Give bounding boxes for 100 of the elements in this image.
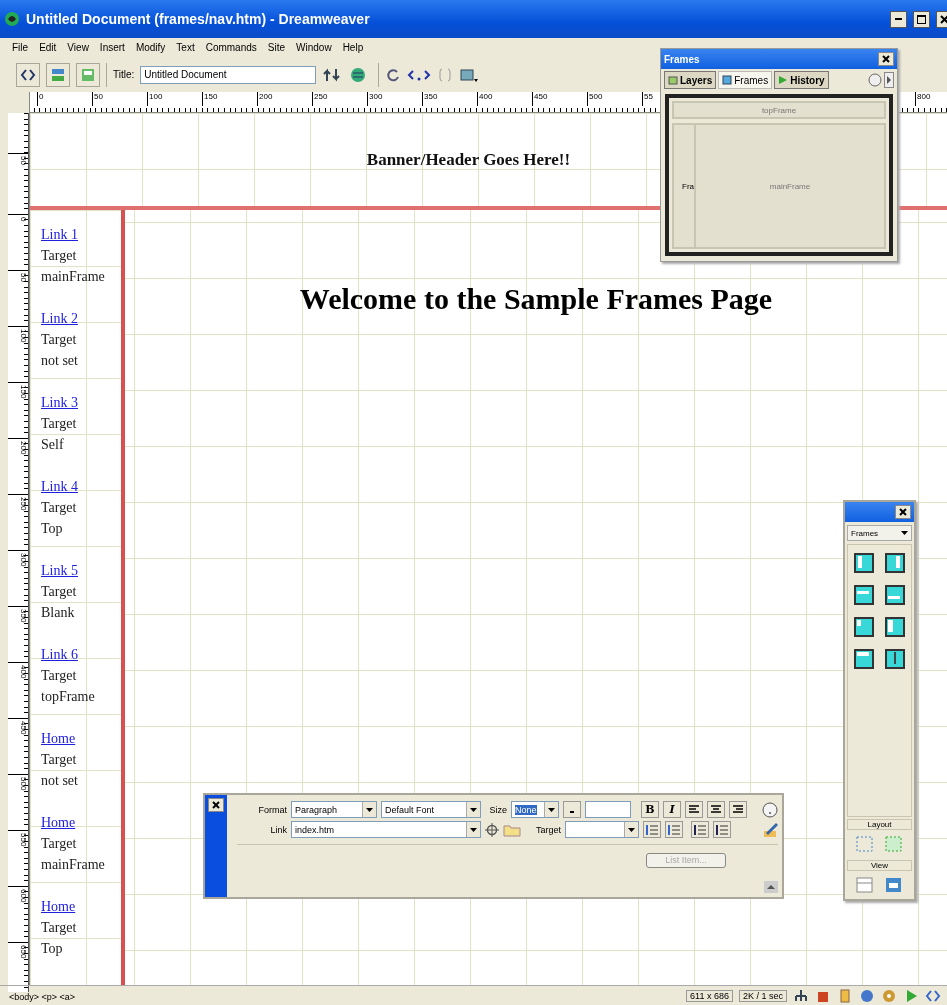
frame-layout-icon[interactable]	[853, 649, 874, 669]
ruler-label: 800	[915, 92, 947, 106]
panel-tab[interactable]: Layers	[664, 71, 717, 89]
close-icon	[882, 55, 890, 63]
frame-layout-icon[interactable]	[885, 553, 906, 573]
menu-item[interactable]: Edit	[39, 42, 57, 53]
ruler-label: 400	[477, 92, 532, 106]
window-size[interactable]: 611 x 686	[686, 989, 733, 1002]
target-label: Target	[41, 415, 77, 433]
download-time: 2K / 1 sec	[738, 989, 787, 1002]
align-button[interactable]	[729, 801, 747, 819]
nav-link[interactable]: Home	[41, 812, 76, 833]
link-input[interactable]: index.htm	[291, 821, 481, 839]
align-button[interactable]	[707, 801, 725, 819]
dropdown-arrow-icon	[470, 807, 477, 812]
close-button[interactable]	[208, 798, 224, 812]
menu-item[interactable]: Commands	[205, 42, 257, 53]
size-select[interactable]: None	[511, 801, 559, 819]
frame-layout-icon[interactable]	[885, 649, 906, 669]
menu-item[interactable]: Modify	[135, 42, 166, 53]
maximize-button[interactable]	[913, 10, 930, 28]
bold-button[interactable]: B	[641, 801, 659, 819]
format-label: Format	[257, 804, 287, 815]
frame-layout-icon[interactable]	[885, 617, 906, 637]
code-view-button[interactable]	[16, 62, 40, 87]
list-format-button[interactable]	[713, 821, 731, 839]
color-picker-button[interactable]	[563, 801, 581, 819]
dropdown-arrow-icon	[628, 827, 635, 832]
outdent-icon	[694, 824, 706, 835]
play-icon	[778, 75, 789, 85]
menu-item[interactable]: View	[67, 42, 89, 53]
dropdown-arrow-icon	[548, 807, 555, 812]
ruler-label: 200	[257, 92, 312, 106]
nav-link[interactable]: Home	[41, 728, 76, 749]
italic-button[interactable]: I	[663, 801, 681, 819]
frame-layout-icon[interactable]	[853, 585, 874, 605]
menu-item[interactable]: Help	[342, 42, 364, 53]
title-input[interactable]: Untitled Document	[140, 65, 317, 84]
close-button[interactable]	[895, 505, 911, 519]
ruler-label: 50	[92, 92, 147, 106]
section-label: Layout	[847, 819, 912, 830]
minimize-icon	[895, 18, 902, 20]
indent-icon	[716, 824, 728, 835]
target-label: Target	[41, 247, 77, 265]
align-right-icon	[732, 804, 744, 815]
target-value: mainFrame	[41, 268, 105, 286]
minimize-button[interactable]	[890, 10, 907, 28]
panel-title: Frames	[664, 53, 700, 65]
app-logo-icon	[4, 11, 20, 27]
font-select[interactable]: Default Font	[381, 801, 481, 819]
menu-item[interactable]: Window	[296, 42, 332, 53]
align-button[interactable]	[685, 801, 703, 819]
menu-item[interactable]: Insert	[99, 42, 125, 53]
target-label: Target	[41, 331, 77, 349]
frame-layout-icon[interactable]	[853, 617, 874, 637]
window-title: Untitled Document (frames/nav.htm) - Dreamweaver	[26, 11, 371, 27]
frame-layout-icon[interactable]	[885, 585, 906, 605]
close-button[interactable]	[878, 52, 894, 66]
split-view-button[interactable]	[46, 62, 70, 87]
ruler-label: 0	[37, 92, 92, 106]
target-value: Top	[41, 520, 63, 538]
size-label: Size	[488, 804, 507, 815]
layout-view-icon	[883, 875, 904, 895]
dropdown-arrow-icon	[470, 827, 477, 832]
nav-link[interactable]: Link 6	[41, 644, 78, 665]
menu-item[interactable]: Site	[267, 42, 286, 53]
target-label: Target	[41, 835, 77, 853]
target-label: Target	[41, 919, 77, 937]
ruler-label: 450	[8, 718, 28, 774]
nav-link[interactable]: Link 3	[41, 392, 78, 413]
color-input[interactable]	[585, 801, 631, 819]
pencil-icon	[764, 822, 778, 837]
panel-tab[interactable]: History	[774, 71, 829, 89]
ruler-label: 250	[312, 92, 367, 106]
panel-tab[interactable]: Frames	[718, 71, 773, 89]
target-value: topFrame	[41, 688, 95, 706]
format-select[interactable]: Paragraph	[291, 801, 377, 819]
frame-label[interactable]: mainFrame	[696, 125, 884, 247]
page-heading: Welcome to the Sample Frames Page	[299, 282, 773, 316]
target-value: not set	[41, 772, 78, 790]
list-format-button[interactable]	[691, 821, 709, 839]
nav-link[interactable]: Link 5	[41, 560, 78, 581]
menu-item[interactable]: Text	[176, 42, 195, 53]
category-dropdown[interactable]: Frames	[847, 525, 912, 541]
target-label: Target	[41, 583, 77, 601]
nav-link[interactable]: Link 4	[41, 476, 78, 497]
dropdown-arrow-icon	[366, 807, 373, 812]
dropdown-arrow-icon	[901, 531, 908, 535]
ruler-label: 500	[587, 92, 642, 106]
bullet-list-icon	[646, 824, 658, 835]
nav-link[interactable]: Home	[41, 896, 76, 917]
frame-label[interactable]: Fra	[674, 125, 696, 247]
align-center-icon	[710, 804, 722, 815]
nav-link[interactable]: Link 2	[41, 308, 78, 329]
close-icon	[899, 508, 907, 516]
nav-link[interactable]: Link 1	[41, 224, 78, 245]
menu-item[interactable]: File	[12, 42, 29, 53]
frame-label[interactable]: topFrame	[672, 101, 886, 119]
frame-layout-icon[interactable]	[853, 553, 874, 573]
title-label: Title:	[113, 69, 135, 80]
